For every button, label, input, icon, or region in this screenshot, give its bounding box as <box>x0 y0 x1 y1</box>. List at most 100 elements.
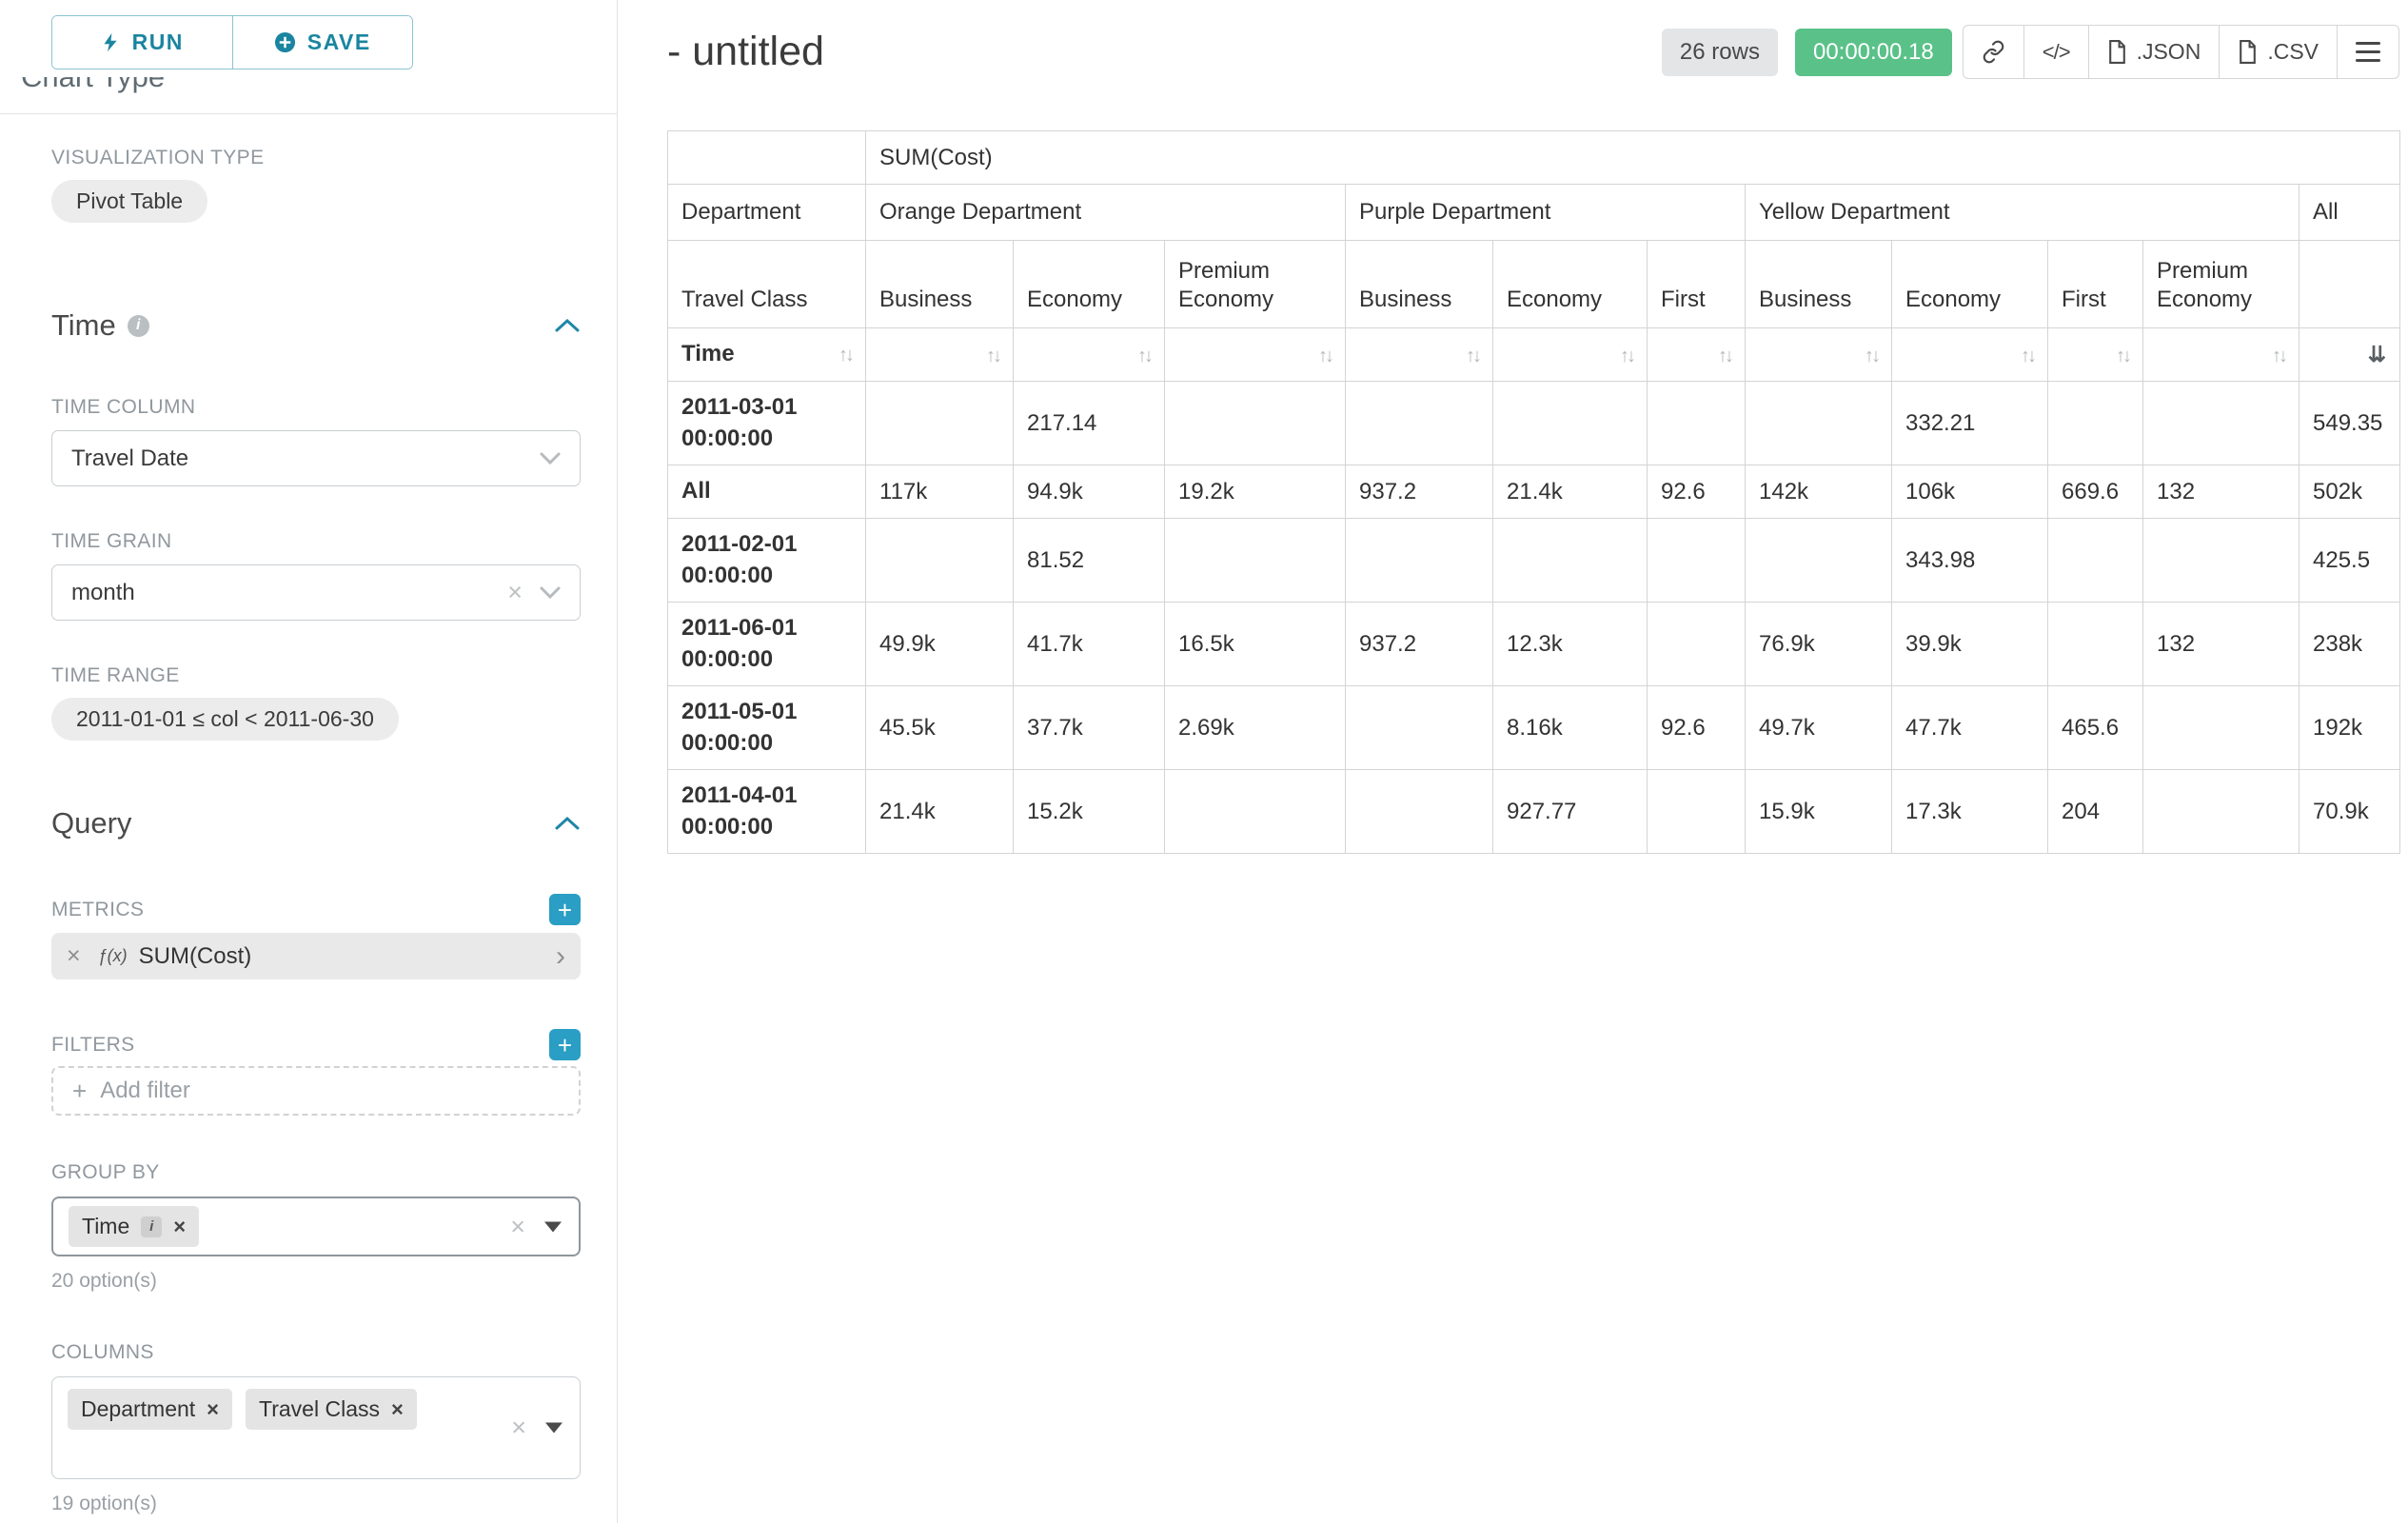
sort-cell[interactable] <box>1014 328 1165 382</box>
remove-chip-icon[interactable]: × <box>391 1399 404 1420</box>
sort-icon[interactable] <box>1620 342 1633 368</box>
chip-label: Time <box>82 1214 129 1239</box>
pivot-cell <box>1346 382 1493 465</box>
chevron-up-icon[interactable] <box>554 317 581 334</box>
time-grain-label: TIME GRAIN <box>51 530 581 553</box>
visualization-type-pill[interactable]: Pivot Table <box>51 180 207 223</box>
pivot-cell <box>1165 770 1346 854</box>
chip-label: Department <box>81 1396 195 1422</box>
add-filter-placeholder: Add filter <box>100 1078 190 1104</box>
col-header: First <box>2048 241 2143 328</box>
chip-label: Travel Class <box>259 1396 380 1422</box>
pivot-cell <box>2048 519 2143 603</box>
sort-icon[interactable] <box>1318 342 1332 368</box>
pivot-cell: 12.3k <box>1493 603 1648 686</box>
sort-cell[interactable] <box>1746 328 1892 382</box>
time-column-select[interactable]: Travel Date <box>51 430 581 486</box>
columns-chip-travel-class[interactable]: Travel Class × <box>246 1389 417 1430</box>
chevron-up-icon[interactable] <box>554 815 581 832</box>
sort-cell[interactable] <box>1493 328 1648 382</box>
pivot-cell: 19.2k <box>1165 465 1346 519</box>
short-link-button[interactable] <box>1963 25 2024 79</box>
col-header: Economy <box>1014 241 1165 328</box>
columns-chip-department[interactable]: Department × <box>68 1389 232 1430</box>
group-by-chip-time[interactable]: Time i × <box>69 1206 199 1247</box>
time-section-title: Time <box>51 308 116 343</box>
remove-chip-icon[interactable]: × <box>173 1216 186 1237</box>
pivot-cell: 37.7k <box>1014 686 1165 770</box>
file-icon <box>2107 40 2127 64</box>
sort-icon[interactable] <box>1137 342 1151 368</box>
menu-icon <box>2356 42 2380 62</box>
sort-cell[interactable] <box>866 328 1014 382</box>
caret-right-icon[interactable]: › <box>556 942 565 971</box>
sort-cell[interactable] <box>1892 328 2048 382</box>
sort-icon[interactable] <box>986 342 999 368</box>
chevron-down-icon[interactable] <box>540 452 561 465</box>
view-query-button[interactable]: </> <box>2023 25 2089 79</box>
add-filter-button[interactable]: + <box>549 1029 581 1060</box>
columns-select[interactable]: Department × Travel Class × × <box>51 1376 581 1479</box>
sort-icon[interactable] <box>1466 342 1479 368</box>
metric-chip[interactable]: × ƒ(x) SUM(Cost) › <box>51 933 581 979</box>
chevron-down-icon[interactable] <box>540 586 561 600</box>
time-axis-label: Time <box>681 339 735 369</box>
sort-icon[interactable] <box>1865 342 1878 368</box>
pivot-table: SUM(Cost) Department Orange Department P… <box>667 130 2400 854</box>
query-section-header: Query <box>51 806 581 841</box>
pivot-cell: 21.4k <box>1493 465 1648 519</box>
time-range-pill[interactable]: 2011-01-01 ≤ col < 2011-06-30 <box>51 698 399 741</box>
row-label: 2011-04-01 00:00:00 <box>668 770 866 854</box>
row-label: All <box>668 465 866 519</box>
dropdown-caret-icon[interactable] <box>544 1221 562 1232</box>
pivot-cell <box>1346 686 1493 770</box>
export-csv-button[interactable]: .CSV <box>2219 25 2338 79</box>
export-json-button[interactable]: .JSON <box>2088 25 2220 79</box>
sort-cell[interactable] <box>2143 328 2299 382</box>
time-range-label: TIME RANGE <box>51 664 581 687</box>
time-sort-cell[interactable]: Time <box>668 328 866 382</box>
row-label: 2011-03-01 00:00:00 <box>668 382 866 465</box>
sort-icon[interactable] <box>2272 342 2285 368</box>
chart-title[interactable]: - untitled <box>667 29 824 75</box>
remove-metric-icon[interactable]: × <box>67 942 81 970</box>
sort-cell[interactable] <box>1346 328 1493 382</box>
time-grain-select[interactable]: month × <box>51 564 581 621</box>
clear-all-icon[interactable]: × <box>511 1415 526 1441</box>
save-button[interactable]: SAVE <box>232 16 413 69</box>
col-header: Business <box>1746 241 1892 328</box>
pivot-cell <box>1746 519 1892 603</box>
sort-cell[interactable] <box>2048 328 2143 382</box>
pivot-cell: 142k <box>1746 465 1892 519</box>
sort-cell-all[interactable] <box>2299 328 2400 382</box>
sort-icon[interactable] <box>2116 342 2129 368</box>
time-grain-value: month <box>71 580 135 606</box>
group-by-select[interactable]: Time i × × <box>51 1197 581 1256</box>
info-icon[interactable]: i <box>128 315 149 337</box>
pivot-cell: 70.9k <box>2299 770 2400 854</box>
add-metric-button[interactable]: + <box>549 894 581 925</box>
fx-icon: ƒ(x) <box>98 946 128 966</box>
info-icon[interactable]: i <box>141 1216 162 1237</box>
sort-icon[interactable] <box>1718 342 1731 368</box>
file-icon <box>2238 40 2258 64</box>
save-label: SAVE <box>307 30 371 55</box>
clear-all-icon[interactable]: × <box>510 1214 525 1239</box>
row-label: 2011-05-01 00:00:00 <box>668 686 866 770</box>
run-button[interactable]: RUN <box>52 16 232 69</box>
sort-icon[interactable] <box>2021 342 2034 368</box>
sort-icon[interactable] <box>839 341 852 367</box>
remove-chip-icon[interactable]: × <box>207 1399 219 1420</box>
sort-row: Time <box>668 328 2400 382</box>
pivot-cell: 192k <box>2299 686 2400 770</box>
run-label: RUN <box>132 30 184 55</box>
dropdown-caret-icon[interactable] <box>545 1423 563 1434</box>
pivot-cell <box>1648 382 1746 465</box>
pivot-cell <box>1648 770 1746 854</box>
sort-cell[interactable] <box>1648 328 1746 382</box>
more-options-button[interactable] <box>2337 25 2399 79</box>
sort-desc-icon[interactable] <box>2368 342 2386 368</box>
add-filter-dropzone[interactable]: + Add filter <box>51 1066 581 1116</box>
clear-icon[interactable]: × <box>507 580 523 605</box>
sort-cell[interactable] <box>1165 328 1346 382</box>
